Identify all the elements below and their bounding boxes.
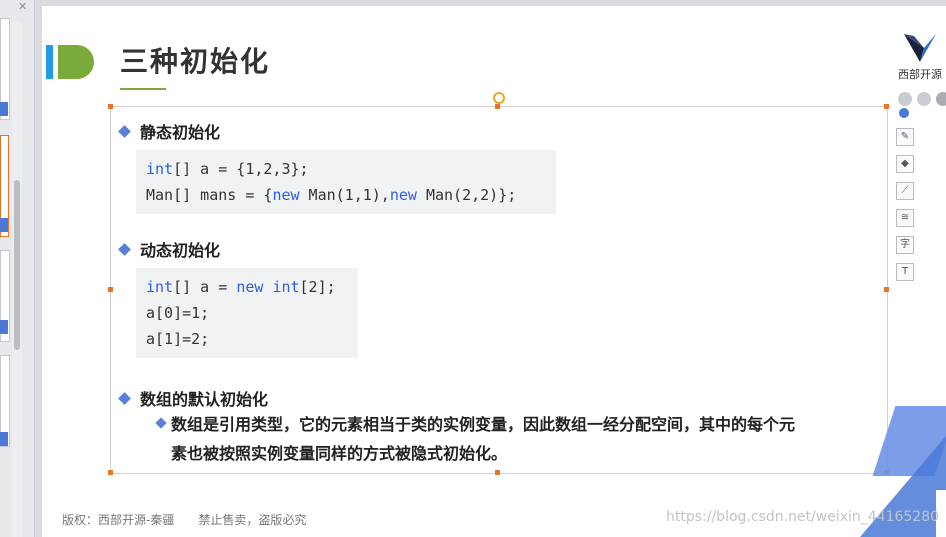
- text-icon[interactable]: 字: [896, 236, 914, 254]
- resize-handle[interactable]: [884, 287, 889, 292]
- dot-icon: [936, 92, 946, 106]
- resize-handle[interactable]: [108, 104, 113, 109]
- code-block-dynamic: int[] a = new int[2]; a[0]=1; a[1]=2;: [136, 268, 358, 358]
- thumbnail-marker: [0, 102, 8, 116]
- line-icon[interactable]: ⟋: [896, 182, 914, 200]
- close-icon[interactable]: ✕: [18, 0, 27, 13]
- minus-icon[interactable]: [899, 108, 909, 118]
- text-format-icon[interactable]: T: [896, 263, 914, 281]
- title-accent-bar: [46, 45, 53, 79]
- paragraph-line: 素也被按照实例变量同样的方式被隐式初始化。: [171, 444, 508, 463]
- logo-text: 西部开源: [898, 68, 942, 81]
- paragraph-line: 数组是引用类型，它的元素相当于类的实例变量，因此数组一经分配空间，其中的每个元: [171, 415, 796, 434]
- dot-icon: [898, 92, 912, 106]
- section-static: 静态初始化: [118, 119, 221, 143]
- thumbnail-marker: [0, 320, 8, 334]
- fill-icon[interactable]: ◆: [896, 155, 914, 173]
- rotate-handle[interactable]: [493, 92, 505, 104]
- resize-handle[interactable]: [108, 470, 113, 475]
- description-paragraph: 数组是引用类型，它的元素相当于类的实例变量，因此数组一经分配空间，其中的每个元 …: [171, 410, 871, 468]
- section-label: 动态初始化: [140, 241, 221, 260]
- resize-handle[interactable]: [495, 104, 500, 109]
- bullet-diamond-icon: [118, 242, 131, 256]
- watermark: https://blog.csdn.net/weixin_44165280: [666, 509, 940, 525]
- footer-copyright: 版权：西部开源-秦疆 禁止售卖，盗版必究: [62, 513, 307, 527]
- logo-icon: [904, 34, 936, 62]
- dot-icon: [917, 92, 931, 106]
- window-dots: [898, 92, 946, 106]
- floating-toolbar: ✎ ◆ ⟋ ≋ 字 T: [896, 108, 914, 290]
- bullet-diamond-icon: [118, 391, 131, 405]
- section-label: 静态初始化: [140, 123, 221, 142]
- bullet-diamond-icon: [118, 124, 131, 138]
- slide-thumbnail-panel: ✕: [0, 0, 35, 537]
- title-underline: [120, 88, 166, 90]
- resize-handle[interactable]: [884, 104, 889, 109]
- slide-title: 三种初始化: [120, 45, 271, 78]
- title-accent-shape: [58, 45, 94, 79]
- section-dynamic: 动态初始化: [118, 237, 221, 261]
- thumbnail-marker: [0, 218, 8, 232]
- section-label: 数组的默认初始化: [140, 390, 269, 409]
- resize-handle[interactable]: [495, 470, 500, 475]
- thumbnail-marker: [0, 432, 8, 446]
- section-default: 数组的默认初始化: [118, 386, 269, 410]
- code-block-static: int[] a = {1,2,3}; Man[] mans = {new Man…: [136, 150, 556, 214]
- resize-handle[interactable]: [108, 287, 113, 292]
- edit-icon[interactable]: ✎: [896, 128, 914, 146]
- scrollbar-thumb[interactable]: [14, 180, 20, 350]
- slide-canvas: 三种初始化 西部开源 静态初始化 int[] a = {1,2,3}; Man[…: [42, 6, 946, 537]
- layers-icon[interactable]: ≋: [896, 209, 914, 227]
